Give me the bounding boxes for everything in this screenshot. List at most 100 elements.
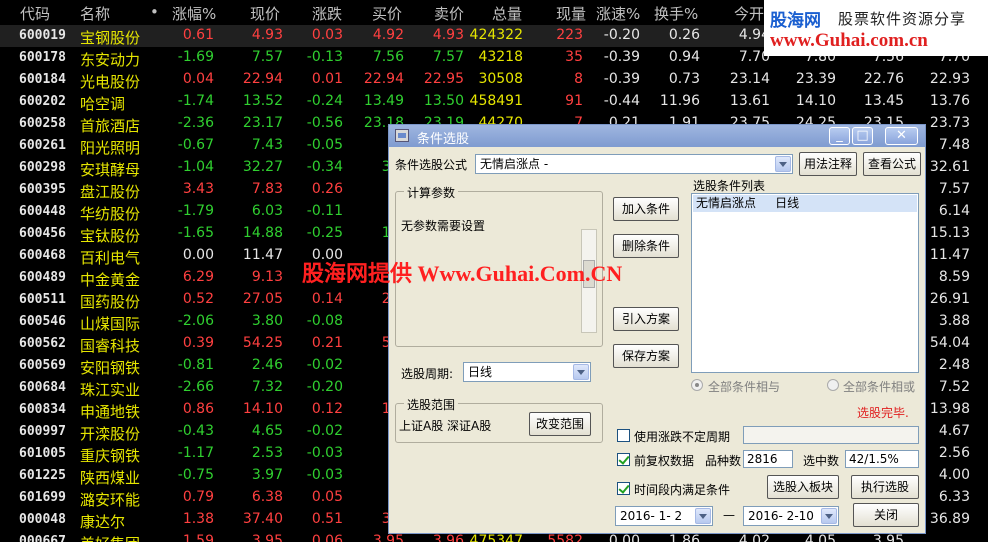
period-select[interactable]: 日线	[463, 362, 591, 382]
grid-cell: 11.96	[659, 93, 700, 109]
grid-cell: 7.43	[251, 137, 283, 153]
use-undefined-period-checkbox[interactable]	[617, 429, 630, 442]
grid-cell: -2.06	[177, 313, 214, 329]
grid-cell: 2.56	[938, 445, 970, 461]
date-to-picker[interactable]: 2016- 2-10	[743, 506, 839, 526]
grid-header-cell[interactable]: 现价	[250, 3, 280, 24]
execute-selection-button[interactable]: 执行选股	[851, 475, 919, 499]
condition-list[interactable]: 无情启涨点 日线	[691, 193, 919, 373]
change-range-button[interactable]: 改变范围	[529, 412, 591, 436]
grid-header-cell[interactable]: 卖价	[434, 3, 464, 24]
date-separator: —	[723, 508, 735, 522]
radio-or-label: 全部条件相或	[843, 380, 916, 394]
radio-or[interactable]	[827, 379, 839, 391]
grid-header-cell[interactable]: 代码	[20, 3, 50, 24]
grid-header-cell[interactable]: 买价	[372, 3, 402, 24]
close-window-button[interactable]: ✕	[885, 127, 918, 145]
grid-cell: -0.39	[603, 71, 640, 87]
grid-cell: -0.08	[306, 313, 343, 329]
save-plan-button[interactable]: 保存方案	[613, 344, 679, 368]
grid-cell: 22.93	[929, 71, 970, 87]
grid-cell: 3.95	[251, 533, 283, 542]
formula-select[interactable]: 无情启涨点 -	[475, 154, 793, 174]
grid-cell: 6.29	[182, 269, 214, 285]
grid-cell: 13.45	[863, 93, 904, 109]
close-button[interactable]: 关闭	[853, 503, 919, 527]
grid-cell: 0.00	[608, 533, 640, 542]
grid-cell: 8.59	[938, 269, 970, 285]
grid-header-cell[interactable]: 换手%	[654, 3, 698, 24]
grid-cell: 424322	[469, 27, 523, 43]
grid-header-cell[interactable]: 现量	[556, 3, 586, 24]
grid-cell: -0.25	[306, 225, 343, 241]
usage-notes-button[interactable]: 用法注释	[799, 152, 857, 176]
grid-header-cell[interactable]: 总量	[492, 3, 522, 24]
save-to-block-button[interactable]: 选股入板块	[767, 475, 839, 499]
radio-and[interactable]	[691, 379, 703, 391]
grid-cell: 13.61	[729, 93, 770, 109]
minimize-button[interactable]: _	[829, 127, 850, 145]
maximize-button[interactable]: □	[852, 127, 873, 145]
grid-cell: 22.95	[423, 71, 464, 87]
table-row[interactable]: 600184 光电股份 0.04 22.94 0.01 22.94 22.95 30508 8 -…	[0, 69, 988, 91]
add-condition-button[interactable]: 加入条件	[613, 197, 679, 221]
stock-code: 600184	[19, 72, 66, 87]
grid-cell: -0.75	[177, 467, 214, 483]
radio-and-label: 全部条件相与	[708, 380, 781, 394]
grid-cell: 23.17	[242, 115, 283, 131]
grid-cell: 0.00	[182, 247, 214, 263]
grid-header-cell[interactable]: 今开	[734, 3, 764, 24]
stock-code: 600395	[19, 182, 66, 197]
grid-cell: 22.94	[242, 71, 283, 87]
import-plan-button[interactable]: 引入方案	[613, 307, 679, 331]
stock-name: 申通地铁	[80, 403, 141, 421]
grid-cell: 6.14	[938, 203, 970, 219]
dialog-title-bar[interactable]: 条件选股 _ □ ✕	[389, 125, 925, 147]
grid-cell: 4.00	[938, 467, 970, 483]
delete-condition-button[interactable]: 删除条件	[613, 234, 679, 258]
time-condition-checkbox[interactable]	[617, 482, 630, 495]
date-from-picker[interactable]: 2016- 1- 2	[615, 506, 713, 526]
grid-header-cell[interactable]: 涨幅%	[172, 3, 216, 24]
chevron-down-icon[interactable]	[695, 508, 711, 524]
undefined-period-input[interactable]	[743, 426, 919, 444]
stock-name: 中金黄金	[80, 271, 141, 289]
grid-header-cell[interactable]: 涨速%	[596, 3, 640, 24]
grid-cell: 5582	[547, 533, 583, 542]
grid-cell: 3.95	[372, 533, 404, 542]
chevron-down-icon[interactable]	[821, 508, 837, 524]
grid-cell: 3.95	[872, 533, 904, 542]
dialog-title: 条件选股	[417, 132, 470, 147]
status-text: 选股完毕.	[857, 406, 909, 420]
condition-stock-selection-dialog: 条件选股 _ □ ✕ 条件选股公式 无情启涨点 - 用法注释 查看公式 计算参数…	[388, 124, 926, 534]
pre-adjust-checkbox[interactable]	[617, 453, 630, 466]
grid-cell: 0.26	[668, 27, 700, 43]
grid-cell: 30508	[478, 71, 523, 87]
stock-code: 601225	[19, 468, 66, 483]
stock-code: 600202	[19, 94, 66, 109]
grid-header-cell[interactable]: 名称	[80, 3, 110, 24]
grid-header-cell[interactable]: 涨跌	[312, 3, 342, 24]
stock-name: 重庆钢铁	[80, 447, 141, 465]
stock-code: 600456	[19, 226, 66, 241]
chevron-down-icon[interactable]	[573, 364, 589, 380]
condition-list-item[interactable]: 无情启涨点 日线	[693, 195, 917, 212]
grid-cell: 7.57	[432, 49, 464, 65]
watermark-brand: 股海网	[770, 11, 821, 30]
grid-cell: 0.52	[182, 291, 214, 307]
grid-cell: -0.39	[603, 49, 640, 65]
grid-cell: 0.73	[668, 71, 700, 87]
chevron-down-icon[interactable]	[775, 156, 791, 172]
grid-header-cell[interactable]: •	[150, 3, 159, 21]
grid-cell: 4.92	[372, 27, 404, 43]
grid-cell: 4.65	[251, 423, 283, 439]
table-row[interactable]: 600202 哈空调 -1.74 13.52 -0.24 13.49 13.50 458491…	[0, 91, 988, 113]
stock-code: 600261	[19, 138, 66, 153]
grid-cell: 0.79	[182, 489, 214, 505]
view-formula-button[interactable]: 查看公式	[863, 152, 921, 176]
grid-cell: 4.67	[938, 423, 970, 439]
range-title: 选股范围	[404, 396, 459, 413]
stock-name: 华纺股份	[80, 205, 141, 223]
grid-cell: -0.44	[603, 93, 640, 109]
grid-cell: 7.48	[938, 137, 970, 153]
